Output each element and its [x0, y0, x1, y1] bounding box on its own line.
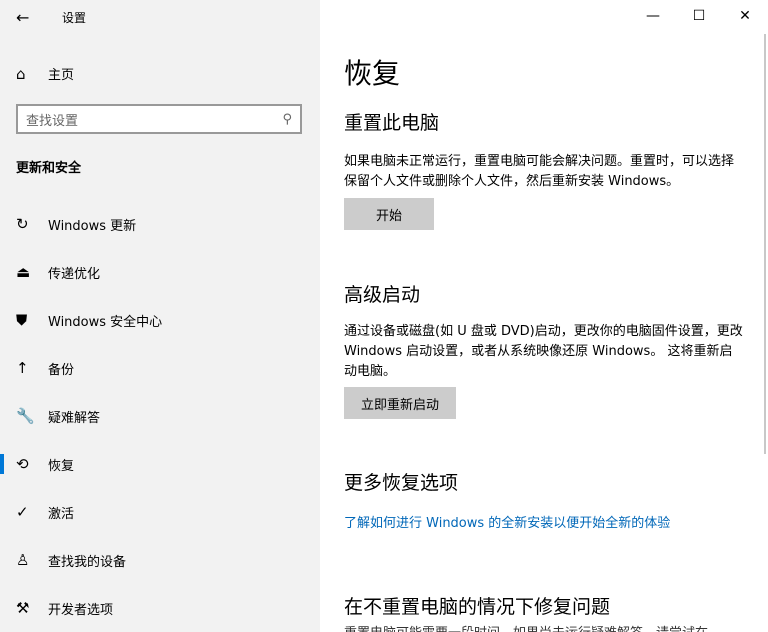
search-placeholder: 查找设置	[26, 113, 79, 129]
search-icon: ⚲	[282, 111, 292, 127]
section-title: 更新和安全	[16, 161, 82, 176]
reset-description: 如果电脑未正常运行，重置电脑可能会解决问题。重置时，可以选择保留个人文件或删除个…	[344, 154, 735, 189]
shield-icon: ⛊	[16, 311, 28, 329]
sidebar-item-activation[interactable]: ✓ 激活	[0, 488, 320, 536]
wrench-icon: 🔧	[16, 407, 35, 425]
maximize-button[interactable]: ☐	[676, 0, 722, 32]
sidebar-item-label: 查找我的设备	[48, 554, 127, 570]
delivery-icon: ⏏	[16, 263, 31, 281]
home-icon: ⌂	[16, 64, 26, 83]
sidebar-item-backup[interactable]: ↑ 备份	[0, 344, 320, 392]
restart-now-button[interactable]: 立即重新启动	[344, 387, 456, 419]
sidebar-item-label: Windows 更新	[48, 218, 137, 234]
developer-icon: ⚒	[16, 599, 30, 617]
window-controls: — ☐ ✕	[630, 0, 768, 32]
fix-description: 重置电脑可能需要一段时间。如果尚未运行疑难解答，请尝试在	[344, 624, 744, 632]
sidebar-item-sync[interactable]: ↻ Windows 更新	[0, 200, 320, 248]
sidebar-item-label: 恢复	[48, 458, 75, 474]
sidebar-item-label: 开发者选项	[48, 602, 114, 618]
fix-heading: 在不重置电脑的情况下修复问题	[344, 596, 611, 618]
home-label: 主页	[48, 68, 75, 83]
sidebar-item-label: Windows 安全中心	[48, 314, 163, 330]
page-title: 恢复	[344, 57, 401, 90]
find-device-icon: ♙	[16, 551, 30, 569]
sidebar-item-delivery[interactable]: ⏏ 传递优化	[0, 248, 320, 296]
sidebar-item-recovery[interactable]: ⟲ 恢复	[0, 440, 320, 488]
reset-start-button[interactable]: 开始	[344, 198, 434, 230]
scrollbar[interactable]	[764, 34, 766, 454]
main-content: — ☐ ✕ 恢复 重置此电脑 如果电脑未正常运行，重置电脑可能会解决问题。重置时…	[320, 0, 768, 632]
search-input[interactable]: 查找设置 ⚲	[16, 104, 302, 134]
activation-icon: ✓	[16, 503, 29, 521]
sidebar-item-developer[interactable]: ⚒ 开发者选项	[0, 584, 320, 632]
sidebar: ← 设置 ⌂ 主页 查找设置 ⚲ 更新和安全 ↻ Windows 更新 ⏏ 传递优化 ⛊…	[0, 0, 320, 632]
recovery-icon: ⟲	[16, 455, 29, 473]
more-options-heading: 更多恢复选项	[344, 472, 459, 494]
advanced-heading: 高级启动	[344, 284, 421, 306]
backup-icon: ↑	[16, 359, 29, 377]
advanced-description: 通过设备或磁盘(如 U 盘或 DVD)启动，更改你的电脑固件设置，更改 Wind…	[344, 324, 743, 379]
sidebar-nav: ↻ Windows 更新 ⏏ 传递优化 ⛊ Windows 安全中心 ↑ 备份 🔧 疑难解答 ⟲ 恢复…	[0, 200, 320, 632]
fresh-install-link[interactable]: 了解如何进行 Windows 的全新安装以便开始全新的体验	[344, 512, 670, 531]
sidebar-item-wrench[interactable]: 🔧 疑难解答	[0, 392, 320, 440]
app-title: 设置	[62, 11, 87, 25]
back-button[interactable]: ←	[16, 8, 29, 27]
sidebar-item-shield[interactable]: ⛊ Windows 安全中心	[0, 296, 320, 344]
sidebar-item-label: 传递优化	[48, 266, 101, 282]
sidebar-item-label: 备份	[48, 362, 75, 378]
sidebar-item-find-device[interactable]: ♙ 查找我的设备	[0, 536, 320, 584]
minimize-button[interactable]: —	[630, 0, 676, 32]
sidebar-item-home[interactable]: ⌂ 主页	[16, 64, 75, 84]
sidebar-item-label: 疑难解答	[48, 410, 101, 426]
sidebar-item-label: 激活	[48, 506, 75, 522]
close-button[interactable]: ✕	[722, 0, 768, 32]
sync-icon: ↻	[16, 215, 29, 233]
reset-heading: 重置此电脑	[344, 112, 440, 134]
